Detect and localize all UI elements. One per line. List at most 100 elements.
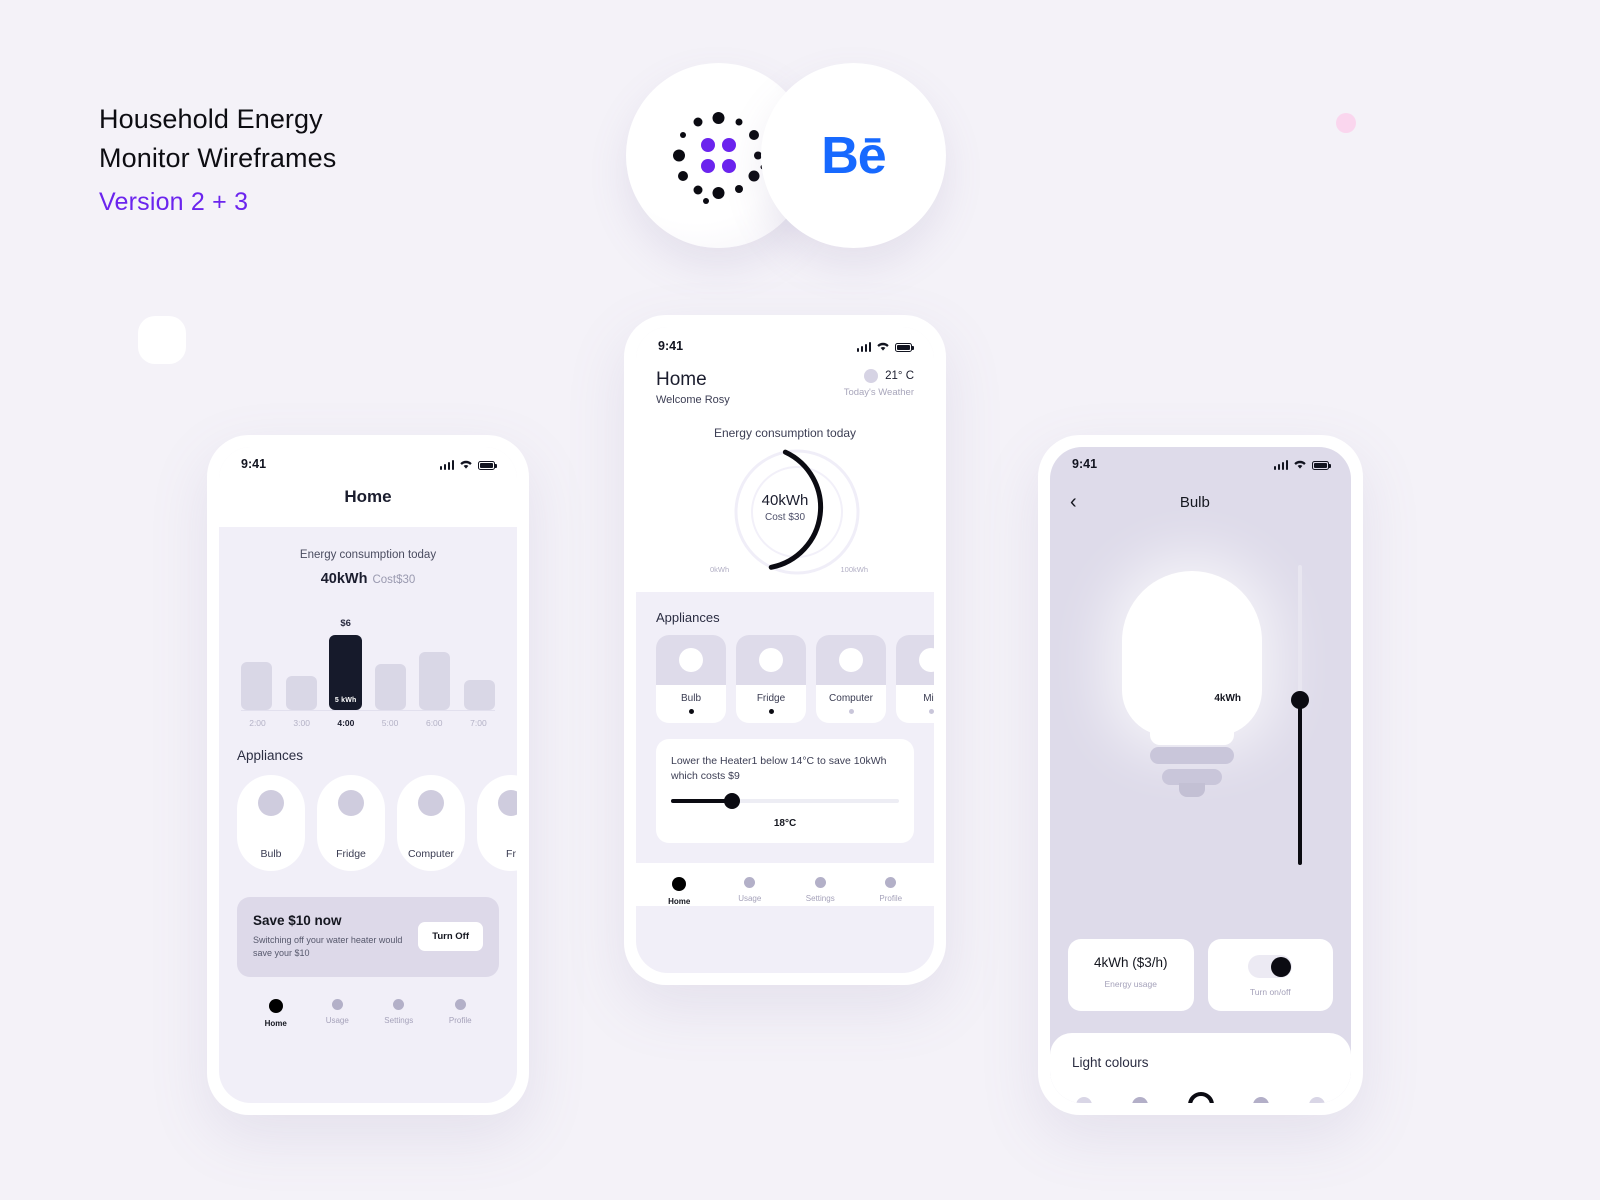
appliance-card-footer: Fridge [736,685,806,723]
appliance-label: Mic [923,693,934,704]
consumption-cost: Cost$30 [372,574,416,586]
tab-icon [268,999,283,1013]
tab-label: Settings [384,1016,414,1025]
heater-suggestion-text: Lower the Heater1 below 14°C to save 10k… [671,755,887,782]
heater-slider[interactable] [671,793,899,809]
appliance-card[interactable]: Mic [896,635,934,723]
battery-icon [1312,460,1331,470]
brightness-slider[interactable]: 4kWh [1214,565,1315,865]
light-colours-panel: Light colours [1050,1033,1351,1103]
tab-usage[interactable]: Usage [307,999,369,1028]
page-title: Home [656,369,707,390]
slider-handle[interactable] [724,793,741,809]
tab-profile[interactable]: Profile [856,877,927,906]
bar-column[interactable] [285,659,317,710]
power-toggle[interactable] [1248,955,1293,978]
bottom-tab-bar: Home Usage Settings Profile [237,999,499,1028]
energy-gauge-chart: 40kWh Cost $30 0kWh 100kWh [656,448,914,576]
bar-column[interactable] [463,663,495,710]
logo-group: Bē [626,63,946,248]
appliance-card-footer: Computer [816,685,886,723]
tab-usage[interactable]: Usage [715,877,786,906]
appliance-icon [896,635,934,685]
bar-column[interactable] [419,635,451,710]
tab-profile[interactable]: Profile [430,999,492,1028]
appliance-card[interactable]: Bulb [656,635,726,723]
appliance-pill[interactable]: Fridge [317,775,385,871]
tab-home[interactable]: Home [644,877,715,906]
savings-promo-card: Save $10 now Switching off your water he… [237,897,499,977]
energy-usage-label: Energy usage [1104,979,1157,989]
tab-icon [885,877,897,888]
colour-swatch[interactable] [1253,1097,1270,1103]
appliance-card[interactable]: Computer [816,635,886,723]
decorative-squircle [138,316,186,364]
energy-usage-card: 4kWh ($3/h) Energy usage [1068,939,1194,1011]
heading-version: Version 2 + 3 [99,188,249,216]
status-time: 9:41 [241,457,267,471]
appliances-list: Bulb Fridge Computer Mic [636,625,934,723]
colour-swatch[interactable] [1131,1097,1148,1103]
bar-column[interactable]: $6 5 kWh [329,618,363,710]
appliances-list: Bulb Fridge Computer Fr [237,775,517,871]
slider-fill [671,799,733,803]
bar-column[interactable] [241,645,272,710]
colour-swatch[interactable] [1076,1097,1092,1103]
wifi-icon [1294,460,1306,469]
wifi-icon [460,460,472,469]
welcome-text: Welcome Rosy [656,394,730,406]
tab-home[interactable]: Home [245,999,307,1028]
tab-label: Home [668,897,691,906]
appliance-pill[interactable]: Computer [397,775,465,871]
signal-icon [439,459,454,470]
tab-label: Home [264,1019,287,1028]
behance-logo-circle: Bē [761,63,946,248]
appliance-card-footer: Bulb [656,685,726,723]
light-colours-title: Light colours [1072,1055,1149,1070]
bar[interactable] [463,680,495,710]
status-dot [928,709,934,714]
chart-x-axis: 2:00 3:00 4:00 5:00 6:00 7:00 [241,710,495,728]
appliance-label: Computer [829,693,873,704]
bar-column[interactable] [374,647,406,710]
energy-bar-chart: $6 5 kWh [241,610,495,710]
slider-handle[interactable] [1291,691,1309,709]
appliance-card[interactable]: Fridge [736,635,806,723]
heading-line-1: Household Energy [99,104,323,134]
bar[interactable]: 5 kWh [329,635,363,710]
page-heading: Household Energy Monitor Wireframes Vers… [99,100,519,217]
page-title: Bulb [1179,493,1210,511]
bulb-icon [1122,571,1262,797]
bar[interactable] [374,664,406,710]
consumption-summary: 40kWh Cost$30 [237,570,499,588]
bar[interactable] [419,652,451,710]
appliances-heading: Appliances [656,610,720,625]
x-tick-label: 3:00 [293,718,310,728]
tab-settings[interactable]: Settings [785,877,856,906]
colour-swatch[interactable] [1309,1097,1325,1103]
gauge-cost: Cost $30 [764,512,806,523]
appliance-label: Bulb [260,848,282,860]
gauge-title: Energy consumption today [713,426,857,440]
bottom-tab-bar: Home Usage Settings Profile [636,863,934,906]
tab-settings[interactable]: Settings [368,999,430,1028]
status-time: 9:41 [1072,457,1098,471]
appliance-label: Bulb [680,693,701,704]
bulb-illustration-area: 4kWh [1050,519,1351,939]
colour-swatch[interactable] [1187,1092,1214,1103]
appliance-pill[interactable]: Bulb [237,775,305,871]
weather-icon [864,369,879,383]
battery-icon [895,342,914,352]
tab-label: Usage [738,894,762,903]
bar[interactable] [241,662,272,710]
tab-icon [331,999,343,1010]
status-bar: 9:41 [656,329,914,363]
x-tick-label: 4:00 [337,718,355,728]
gauge-value: 40kWh [761,492,809,509]
signal-icon [856,341,871,352]
appliance-pill[interactable]: Fr [477,775,517,871]
decorative-pink-dot [1336,113,1356,133]
page-title: Home [344,487,392,506]
bar[interactable] [285,676,317,710]
turn-off-button[interactable]: Turn Off [418,922,483,951]
